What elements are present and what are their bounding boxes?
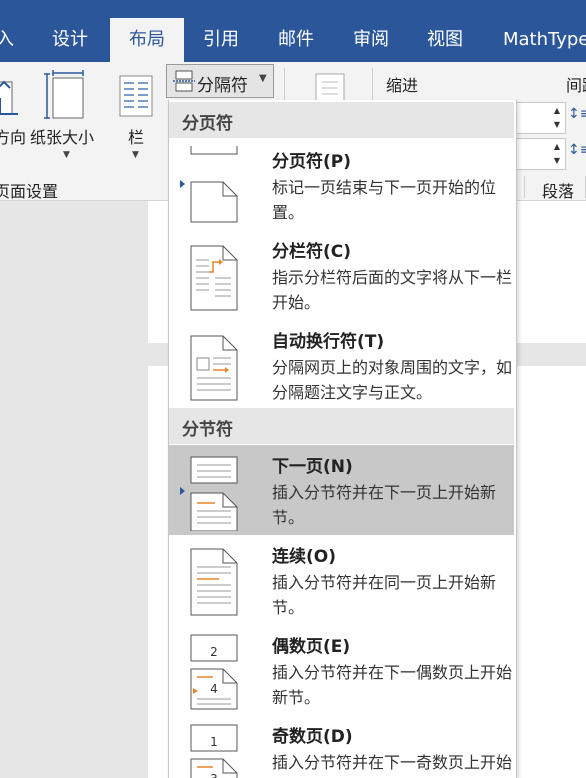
menu-item-page-break[interactable]: 分页符(P) 标记一页结束与下一页开始的位置。: [169, 140, 514, 230]
continuous-break-icon: [190, 548, 238, 616]
icon-number: 4: [210, 682, 218, 696]
icon-number: 1: [210, 735, 218, 749]
breaks-dropdown-icon: ▼: [259, 73, 267, 84]
menu-item-even-page[interactable]: 2 4 偶数页(E) 插入分节符并在下一偶数页上开始新节。: [169, 625, 514, 715]
spacing-before-icon: ↕≡: [568, 106, 586, 122]
columns-button[interactable]: ▼: [116, 68, 156, 168]
columns-dropdown-icon: ▼: [132, 150, 139, 160]
menu-item-continuous[interactable]: 连续(O) 插入分节符并在同一页上开始新节。: [169, 535, 514, 625]
column-break-icon: [190, 245, 238, 311]
size-label: 纸张大小: [30, 128, 95, 147]
tab-mailings[interactable]: 邮件: [278, 0, 314, 62]
ribbon-tab-bar: 入 设计 布局 引用 邮件 审阅 视图 MathType: [0, 0, 586, 62]
menu-item-title: 分栏符(C): [272, 242, 352, 262]
breaks-dropdown-menu: 分页符 分页符(P) 标记一页结束与下一页开始的位置。 分栏符(C) 指示分栏符…: [168, 100, 517, 778]
section-header-label: 分页符: [182, 114, 233, 134]
tab-view[interactable]: 视图: [427, 0, 463, 62]
indent-left-spinner[interactable]: ▲ ▼: [516, 102, 566, 134]
menu-item-description: 插入分节符并在下一页上开始新节。: [272, 483, 497, 527]
menu-item-title: 奇数页(D): [272, 727, 353, 747]
breaks-button[interactable]: 分隔符 ▼: [166, 64, 274, 98]
tab-design[interactable]: 设计: [52, 0, 88, 62]
spacing-after-icon: ↕≡: [568, 142, 586, 158]
section-header-label: 分节符: [182, 420, 233, 440]
tab-mathtype[interactable]: MathType: [503, 0, 586, 62]
tab-layout[interactable]: 布局: [110, 18, 184, 62]
even-page-break-icon: 2 4: [190, 634, 238, 710]
columns-icon: [119, 75, 153, 117]
size-button[interactable]: ▼: [30, 68, 102, 168]
tab-references[interactable]: 引用: [203, 0, 239, 62]
spacing-label: 间距: [566, 76, 586, 95]
text-wrapping-break-icon: [190, 335, 238, 401]
menu-item-next-page[interactable]: 下一页(N) 插入分节符并在下一页上开始新节。: [169, 445, 514, 535]
breaks-icon: [173, 70, 195, 92]
menu-item-text-wrapping-break[interactable]: 自动换行符(T) 分隔网页上的对象周围的文字，如分隔题注文字与正文。: [169, 320, 514, 410]
page-break-icon: [180, 146, 238, 223]
tab-review[interactable]: 审阅: [353, 0, 389, 62]
size-dropdown-icon: ▼: [63, 150, 70, 160]
menu-item-title: 分页符(P): [272, 152, 351, 172]
indent-label: 缩进: [386, 76, 419, 95]
menu-item-description: 标记一页结束与下一页开始的位置。: [272, 178, 497, 222]
indent-right-spinner[interactable]: ▲ ▼: [516, 138, 566, 170]
menu-item-description: 插入分节符并在同一页上开始新节。: [272, 573, 497, 617]
menu-item-description: 指示分栏符后面的文字将从下一栏开始。: [272, 268, 513, 312]
section-breaks-section-header: 分节符: [169, 408, 514, 444]
menu-item-column-break[interactable]: 分栏符(C) 指示分栏符后面的文字将从下一栏开始。: [169, 230, 514, 320]
menu-item-title: 自动换行符(T): [272, 332, 385, 352]
menu-item-description: 分隔网页上的对象周围的文字，如分隔题注文字与正文。: [272, 358, 513, 402]
orientation-icon: [0, 80, 18, 115]
page-breaks-section-header: 分页符: [169, 102, 514, 138]
menu-item-description: 插入分节符并在下一偶数页上开始新节。: [272, 663, 513, 707]
columns-label: 栏: [128, 128, 145, 147]
odd-page-break-icon: 1 3: [190, 724, 238, 778]
ribbon-separator: [524, 176, 525, 198]
menu-item-odd-page[interactable]: 1 3 奇数页(D) 插入分节符并在下一奇数页上开始新节。: [169, 715, 514, 778]
breaks-label: 分隔符: [197, 76, 248, 96]
icon-number: 2: [210, 645, 218, 659]
menu-item-title: 偶数页(E): [272, 637, 351, 657]
menu-item-title: 连续(O): [272, 547, 336, 567]
orientation-label: 方向: [0, 128, 27, 147]
next-page-break-icon: [180, 456, 238, 531]
menu-item-description: 插入分节符并在下一奇数页上开始新节。: [272, 753, 513, 772]
tab-insert[interactable]: 入: [0, 0, 14, 62]
paragraph-group-label: 段落: [542, 182, 575, 201]
paper-size-icon: [44, 70, 84, 119]
menu-item-title: 下一页(N): [272, 457, 353, 477]
page-setup-group-label: 页面设置: [0, 182, 59, 201]
icon-number: 3: [210, 772, 218, 778]
